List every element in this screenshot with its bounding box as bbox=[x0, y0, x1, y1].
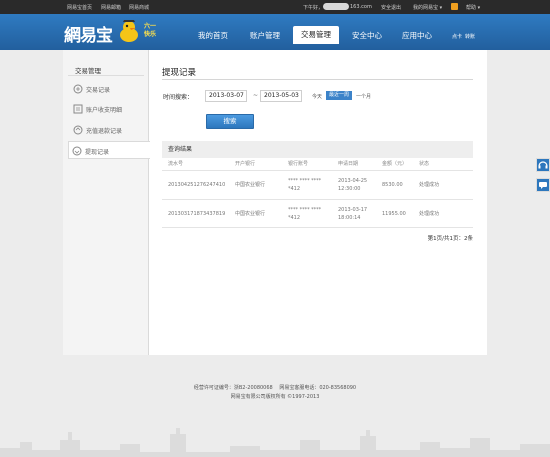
transaction-icon bbox=[73, 84, 83, 94]
main-card: 交易管理 交易记录 账户收支明细 充值退款记录 提现记录 提现记录 时间搜索： … bbox=[63, 50, 487, 355]
children-day-promo: 六一 快乐 bbox=[144, 23, 156, 39]
cell-date-line1: 2013-04-25 bbox=[338, 178, 368, 184]
feedback-icon[interactable] bbox=[536, 178, 550, 192]
content-area: 提现记录 时间搜索： 2013-03-07 ~ 2013-05-03 今天 最近… bbox=[149, 50, 487, 355]
link-netease-mall[interactable]: 网易商城 bbox=[129, 4, 149, 11]
table-row: 201303171873437819 中国农业银行 **** **** ****… bbox=[162, 200, 473, 228]
footer-license: 经营许可证编号：浙B2-20080068 网易宝客服电话：020-8356809… bbox=[193, 385, 357, 391]
duck-mascot-icon bbox=[120, 20, 138, 42]
sidebar-item-withdrawals[interactable]: 提现记录 bbox=[68, 141, 150, 159]
date-search-label: 时间搜索： bbox=[163, 94, 194, 101]
headset-icon bbox=[538, 161, 548, 169]
col-status: 状态 bbox=[419, 161, 430, 167]
cell-account-line2: *412 bbox=[288, 186, 301, 192]
sidebar-item-label: 账户收支明细 bbox=[86, 107, 123, 114]
title-divider bbox=[162, 79, 473, 80]
nav-apps[interactable]: 应用中心 bbox=[402, 30, 432, 41]
cell-serial: 201304251276247410 bbox=[168, 182, 226, 188]
link-transfer[interactable]: 转账 bbox=[465, 33, 475, 40]
link-netease-mail[interactable]: 网易邮箱 bbox=[101, 4, 121, 11]
link-netease-pay-home[interactable]: 网易宝首页 bbox=[67, 4, 92, 11]
message-icon[interactable] bbox=[451, 3, 458, 10]
withdraw-icon bbox=[72, 146, 82, 156]
cell-date-line1: 2013-03-17 bbox=[338, 207, 368, 213]
results-heading: 查询结果 bbox=[162, 141, 473, 158]
col-serial: 流水号 bbox=[168, 161, 184, 167]
cell-account-line1: **** **** **** bbox=[288, 178, 322, 184]
footer-copyright: 网易宝有限公司版权所有 ©1997-2013 bbox=[230, 394, 320, 400]
nav-home[interactable]: 我的首页 bbox=[198, 30, 228, 41]
sidebar-item-label: 充值退款记录 bbox=[86, 128, 123, 135]
sidebar-item-ledger[interactable]: 账户收支明细 bbox=[70, 100, 149, 118]
cell-serial: 201303171873437819 bbox=[168, 211, 226, 217]
col-bank: 开户银行 bbox=[235, 161, 256, 167]
top-bar: 网易宝首页 网易邮箱 网易商城 下午好， 163.com 安全退出 我的网易宝 … bbox=[0, 0, 550, 14]
nav-security[interactable]: 安全中心 bbox=[352, 30, 382, 41]
chat-bubble-icon bbox=[539, 182, 547, 189]
greeting: 下午好， bbox=[303, 5, 324, 11]
date-separator: ~ bbox=[253, 92, 259, 99]
end-date-input[interactable]: 2013-05-03 bbox=[260, 90, 302, 102]
city-skyline-decoration bbox=[0, 428, 550, 457]
range-last-week[interactable]: 最近一周 bbox=[326, 91, 352, 100]
col-date: 申请日期 bbox=[338, 161, 359, 167]
my-wallet-menu[interactable]: 我的网易宝 ▾ bbox=[413, 4, 442, 11]
promo-line-2: 快乐 bbox=[144, 31, 157, 38]
range-one-month[interactable]: 一个月 bbox=[356, 93, 371, 100]
cell-amount: 8530.00 bbox=[382, 182, 403, 188]
sidebar-title: 交易管理 bbox=[75, 67, 101, 75]
netease-pay-logo[interactable]: 網易宝 bbox=[64, 21, 113, 46]
pagination-info: 第1页/共1页：2条 bbox=[427, 236, 473, 242]
username-redacted bbox=[323, 3, 349, 10]
cell-account-line2: *412 bbox=[288, 215, 301, 221]
sidebar-item-label: 交易记录 bbox=[86, 87, 111, 94]
cell-amount: 11955.00 bbox=[382, 211, 406, 217]
logout-link[interactable]: 安全退出 bbox=[381, 4, 401, 11]
col-account: 银行账号 bbox=[288, 161, 309, 167]
sidebar: 交易管理 交易记录 账户收支明细 充值退款记录 提现记录 bbox=[63, 50, 150, 355]
col-amount: 金额（元） bbox=[382, 161, 408, 167]
username-domain: 163.com bbox=[350, 4, 372, 10]
table-row: 201304251276247410 中国农业银行 **** **** ****… bbox=[162, 171, 473, 200]
cell-status: 处理成功 bbox=[419, 211, 440, 217]
sidebar-item-refunds[interactable]: 充值退款记录 bbox=[70, 121, 149, 139]
sidebar-divider bbox=[68, 75, 144, 76]
start-date-input[interactable]: 2013-03-07 bbox=[205, 90, 247, 102]
customer-service-icon[interactable] bbox=[536, 158, 550, 172]
cell-status: 处理成功 bbox=[419, 182, 440, 188]
nav-account[interactable]: 账户管理 bbox=[250, 30, 280, 41]
search-button[interactable]: 搜索 bbox=[206, 114, 254, 129]
help-menu[interactable]: 帮助 ▾ bbox=[466, 4, 480, 11]
page-title: 提现记录 bbox=[162, 68, 197, 78]
link-point-card[interactable]: 点卡 bbox=[452, 33, 462, 40]
cell-account-line1: **** **** **** bbox=[288, 207, 322, 213]
nav-transactions[interactable]: 交易管理 bbox=[293, 26, 339, 44]
footer: 经营许可证编号：浙B2-20080068 网易宝客服电话：020-8356809… bbox=[0, 384, 550, 402]
refund-icon bbox=[73, 125, 83, 135]
cell-bank: 中国农业银行 bbox=[235, 211, 266, 217]
sidebar-item-transactions[interactable]: 交易记录 bbox=[70, 80, 149, 98]
table-header: 流水号 开户银行 银行账号 申请日期 金额（元） 状态 bbox=[162, 158, 473, 171]
main-header: 網易宝 六一 快乐 我的首页 账户管理 交易管理 安全中心 应用中心 点卡 转账 bbox=[0, 14, 550, 50]
promo-line-1: 六一 bbox=[144, 23, 157, 30]
cell-date-line2: 12:30:00 bbox=[338, 186, 361, 192]
cell-date-line2: 18:00:14 bbox=[338, 215, 361, 221]
range-today[interactable]: 今天 bbox=[312, 93, 322, 100]
ledger-icon bbox=[73, 104, 83, 114]
sidebar-item-label: 提现记录 bbox=[85, 149, 110, 156]
cell-bank: 中国农业银行 bbox=[235, 182, 266, 188]
